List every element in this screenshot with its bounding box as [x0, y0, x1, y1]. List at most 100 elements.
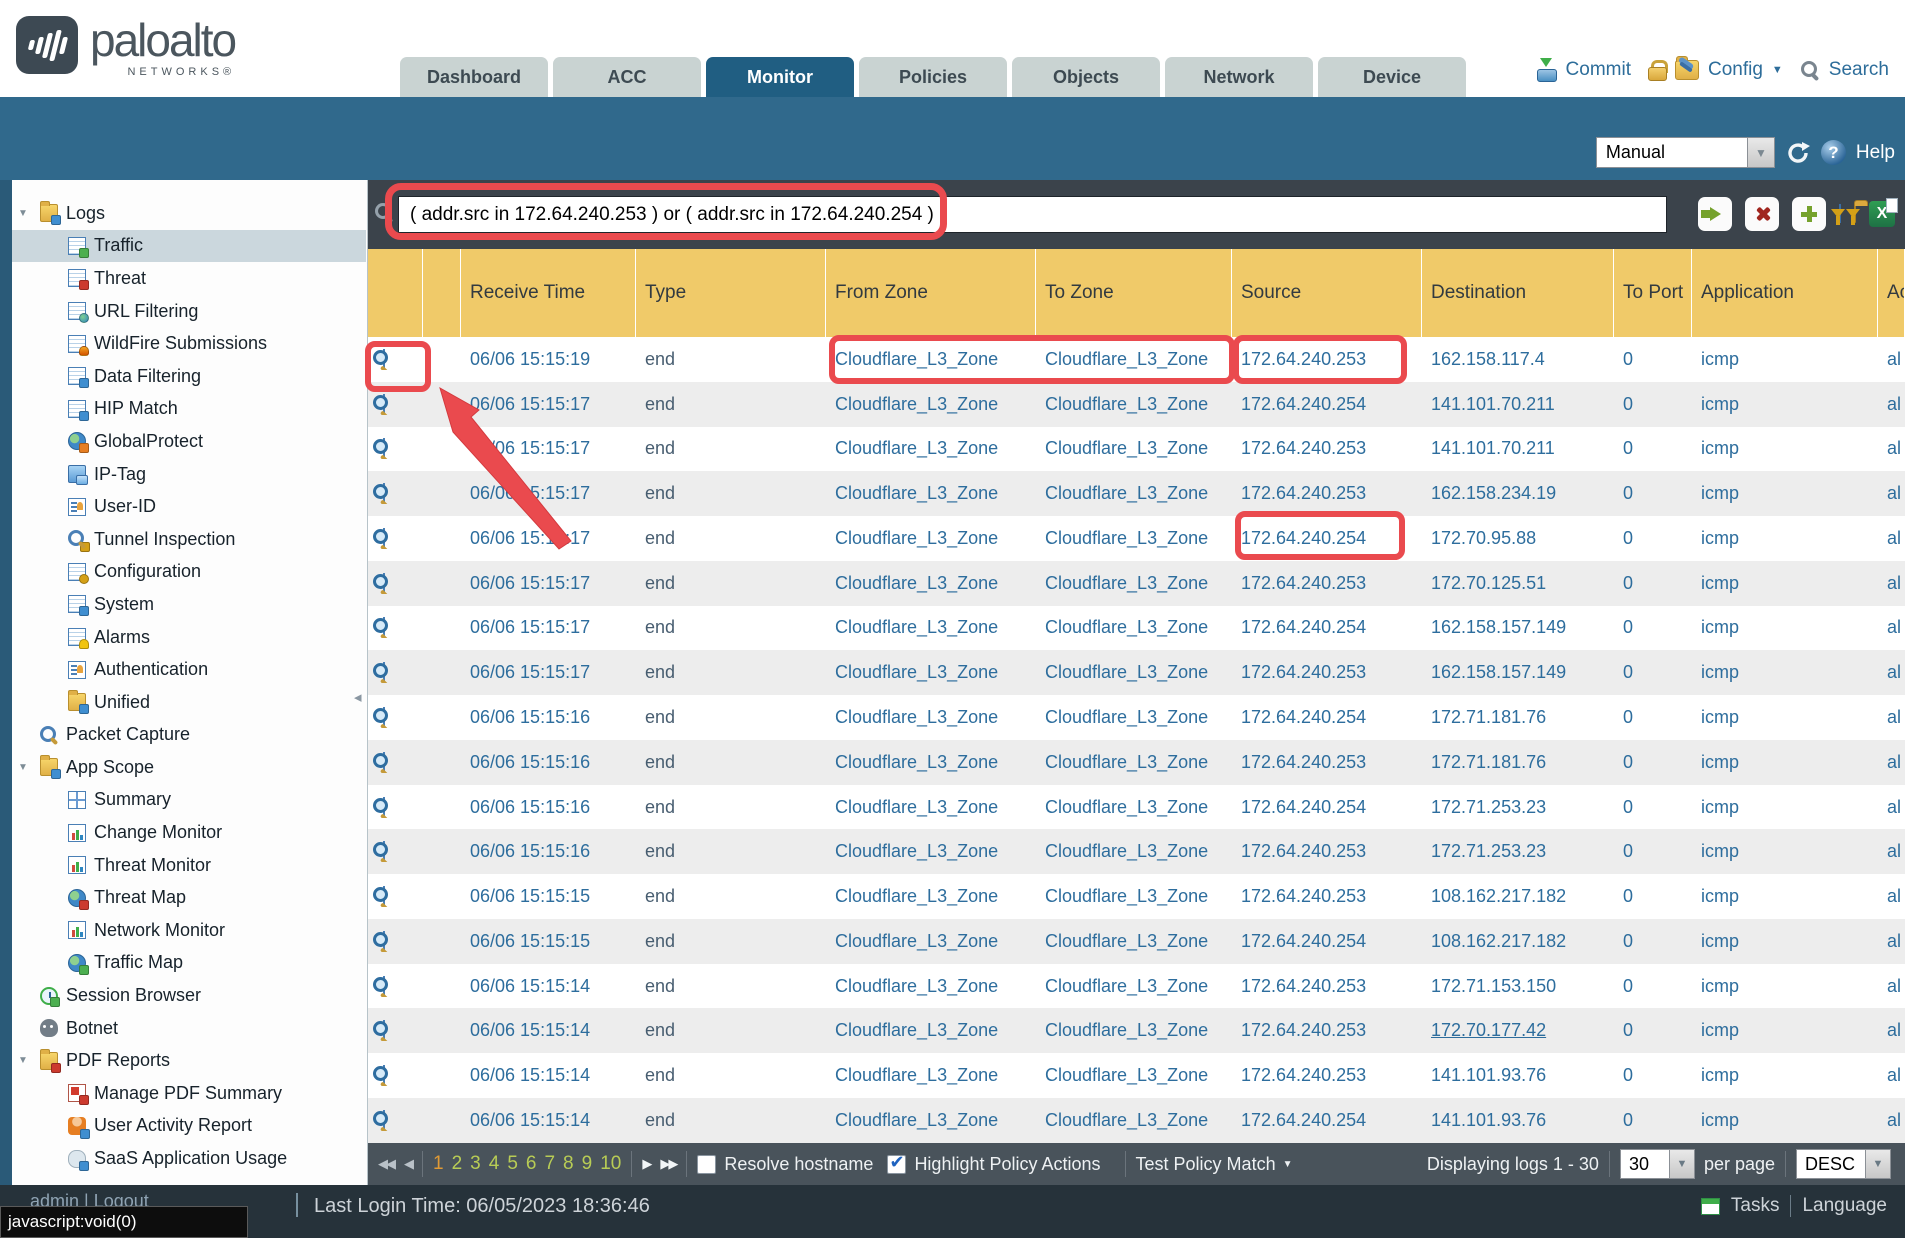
- page-number-1[interactable]: 1: [433, 1153, 444, 1175]
- tab-device[interactable]: Device: [1318, 57, 1466, 97]
- clear-filter-button[interactable]: [1745, 197, 1779, 231]
- log-detail-icon[interactable]: [383, 931, 385, 952]
- help-label[interactable]: Help: [1856, 142, 1895, 164]
- sidebar-item-threat-map[interactable]: Threat Map: [12, 881, 366, 914]
- sidebar-item-app-scope[interactable]: ▼ App Scope: [12, 751, 366, 784]
- column-header-to-port[interactable]: To Port: [1614, 249, 1692, 337]
- tab-dashboard[interactable]: Dashboard: [400, 57, 548, 97]
- sidebar-item-packet-capture[interactable]: Packet Capture: [12, 719, 366, 752]
- log-detail-icon[interactable]: [383, 662, 385, 683]
- first-page-icon[interactable]: ◀◀: [378, 1156, 394, 1172]
- log-detail-icon[interactable]: [383, 1065, 385, 1086]
- sidebar-item-url-filtering[interactable]: URL Filtering: [12, 295, 366, 328]
- sort-order-value[interactable]: DESC: [1796, 1149, 1866, 1179]
- commit-button[interactable]: Commit: [1566, 59, 1631, 81]
- test-policy-match-button[interactable]: Test Policy Match ▼: [1136, 1154, 1293, 1175]
- sidebar-item-traffic[interactable]: Traffic: [12, 230, 366, 263]
- sidebar-item-alarms[interactable]: Alarms: [12, 621, 366, 654]
- sidebar-item-summary[interactable]: Summary: [12, 784, 366, 817]
- sidebar-item-authentication[interactable]: Authentication: [12, 653, 366, 686]
- filter-builder-button[interactable]: [1839, 205, 1841, 223]
- per-page-caret-icon[interactable]: ▼: [1670, 1149, 1695, 1179]
- sidebar-item-botnet[interactable]: Botnet: [12, 1012, 366, 1045]
- apply-filter-button[interactable]: [1698, 197, 1732, 231]
- expand-triangle-icon[interactable]: ▼: [18, 1055, 40, 1066]
- export-csv-button[interactable]: X: [1869, 201, 1895, 227]
- refresh-mode-dropdown[interactable]: Manual ▼: [1596, 137, 1775, 168]
- tab-policies[interactable]: Policies: [859, 57, 1007, 97]
- sidebar-item-traffic-map[interactable]: Traffic Map: [12, 947, 366, 980]
- log-detail-icon[interactable]: [383, 528, 385, 549]
- sidebar-item-threat-monitor[interactable]: Threat Monitor: [12, 849, 366, 882]
- tab-acc[interactable]: ACC: [553, 57, 701, 97]
- sort-order-caret-icon[interactable]: ▼: [1866, 1149, 1891, 1179]
- sidebar-item-data-filtering[interactable]: Data Filtering: [12, 360, 366, 393]
- page-number-6[interactable]: 6: [526, 1153, 537, 1175]
- sidebar-item-change-monitor[interactable]: Change Monitor: [12, 816, 366, 849]
- saved-filters-button[interactable]: [1854, 205, 1856, 223]
- sidebar-collapse-icon[interactable]: ◂: [354, 688, 362, 706]
- log-detail-icon[interactable]: [383, 886, 385, 907]
- page-number-4[interactable]: 4: [489, 1153, 500, 1175]
- column-header-blank[interactable]: [368, 249, 423, 337]
- sidebar-item-session-browser[interactable]: Session Browser: [12, 979, 366, 1012]
- last-page-icon[interactable]: ▶▶: [660, 1156, 676, 1172]
- log-detail-icon[interactable]: [383, 573, 385, 594]
- column-header-type[interactable]: Type: [636, 249, 826, 337]
- column-header-to-zone[interactable]: To Zone: [1036, 249, 1232, 337]
- prev-page-icon[interactable]: ◀: [404, 1156, 412, 1172]
- log-detail-icon[interactable]: [383, 483, 385, 504]
- tab-monitor[interactable]: Monitor: [706, 57, 854, 97]
- tab-network[interactable]: Network: [1165, 57, 1313, 97]
- config-button[interactable]: Config: [1708, 59, 1763, 81]
- sidebar-item-user-id[interactable]: User-ID: [12, 490, 366, 523]
- page-number-5[interactable]: 5: [507, 1153, 518, 1175]
- log-detail-icon[interactable]: [383, 707, 385, 728]
- per-page-value[interactable]: 30: [1620, 1149, 1670, 1179]
- cell-destination[interactable]: 172.70.177.42: [1422, 1020, 1614, 1041]
- next-page-icon[interactable]: ▶: [642, 1156, 650, 1172]
- resolve-hostname-checkbox[interactable]: [697, 1155, 716, 1174]
- log-filter-input[interactable]: ( addr.src in 172.64.240.253 ) or ( addr…: [398, 196, 1667, 233]
- column-header-receive-time[interactable]: Receive Time: [461, 249, 636, 337]
- tasks-button[interactable]: Tasks: [1731, 1195, 1780, 1217]
- log-detail-icon[interactable]: [383, 438, 385, 459]
- sidebar-item-network-monitor[interactable]: Network Monitor: [12, 914, 366, 947]
- help-icon[interactable]: ?: [1821, 140, 1846, 165]
- highlight-policy-actions-checkbox[interactable]: [887, 1155, 906, 1174]
- add-filter-button[interactable]: [1792, 197, 1826, 231]
- log-detail-icon[interactable]: [383, 1020, 385, 1041]
- expand-triangle-icon[interactable]: ▼: [18, 762, 40, 773]
- refresh-mode-caret-icon[interactable]: ▼: [1748, 137, 1775, 168]
- refresh-mode-value[interactable]: Manual: [1596, 137, 1748, 168]
- lock-icon[interactable]: [1648, 59, 1666, 81]
- sidebar-item-pdf-reports[interactable]: ▼ PDF Reports: [12, 1044, 366, 1077]
- log-detail-icon[interactable]: [383, 394, 385, 415]
- sidebar-item-globalprotect[interactable]: GlobalProtect: [12, 425, 366, 458]
- sidebar-item-wildfire-submissions[interactable]: WildFire Submissions: [12, 327, 366, 360]
- page-number-10[interactable]: 10: [600, 1153, 621, 1175]
- column-header-blank[interactable]: [423, 249, 461, 337]
- sidebar-item-user-activity-report[interactable]: User Activity Report: [12, 1110, 366, 1143]
- sidebar-item-hip-match[interactable]: HIP Match: [12, 393, 366, 426]
- sidebar-item-manage-pdf-summary[interactable]: Manage PDF Summary: [12, 1077, 366, 1110]
- refresh-icon[interactable]: [1785, 140, 1811, 166]
- page-number-9[interactable]: 9: [582, 1153, 593, 1175]
- page-number-3[interactable]: 3: [470, 1153, 481, 1175]
- page-number-2[interactable]: 2: [452, 1153, 463, 1175]
- sidebar-item-system[interactable]: System: [12, 588, 366, 621]
- sidebar-item-threat[interactable]: Threat: [12, 262, 366, 295]
- log-detail-icon[interactable]: [383, 617, 385, 638]
- column-header-from-zone[interactable]: From Zone: [826, 249, 1036, 337]
- config-caret-icon[interactable]: ▼: [1772, 64, 1783, 76]
- tab-objects[interactable]: Objects: [1012, 57, 1160, 97]
- page-number-8[interactable]: 8: [563, 1153, 574, 1175]
- column-header-source[interactable]: Source: [1232, 249, 1422, 337]
- column-header-destination[interactable]: Destination: [1422, 249, 1614, 337]
- sidebar-item-saas-application-usage[interactable]: SaaS Application Usage: [12, 1142, 366, 1175]
- language-button[interactable]: Language: [1802, 1195, 1887, 1217]
- search-button[interactable]: Search: [1829, 59, 1889, 81]
- log-detail-icon[interactable]: [383, 349, 385, 370]
- log-detail-icon[interactable]: [383, 976, 385, 997]
- log-detail-icon[interactable]: [383, 797, 385, 818]
